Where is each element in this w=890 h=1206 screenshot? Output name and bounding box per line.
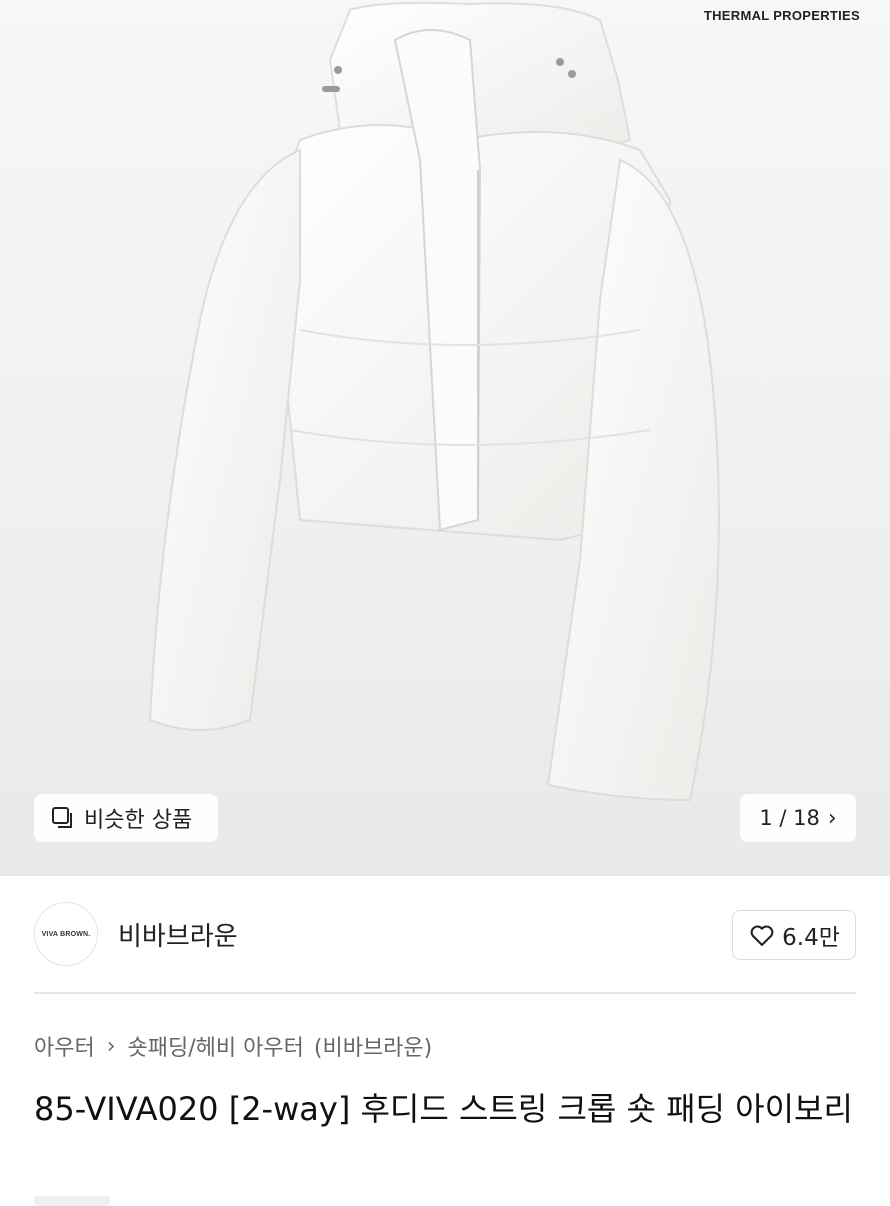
brand-name-link[interactable]: 비바브라운 xyxy=(118,916,238,953)
product-image xyxy=(148,1,720,802)
breadcrumb-subcategory[interactable]: 숏패딩/헤비 아우터 xyxy=(128,1030,304,1062)
similar-products-icon xyxy=(52,807,72,828)
image-counter-button[interactable]: 1 / 18 › xyxy=(740,794,856,842)
like-button[interactable]: 6.4만 xyxy=(732,910,856,960)
chevron-right-icon: › xyxy=(827,805,837,831)
image-counter-text: 1 / 18 xyxy=(759,806,820,830)
similar-products-label: 비슷한 상품 xyxy=(84,808,193,833)
breadcrumb-category[interactable]: 아우터 xyxy=(34,1030,95,1062)
heart-icon xyxy=(750,925,774,946)
product-image-carousel[interactable]: THERMAL PROPERTIES 비슷한 상품 1 / 18 › xyxy=(0,0,890,876)
tag-placeholder xyxy=(34,1196,110,1206)
chevron-right-icon: › xyxy=(106,1033,116,1059)
divider xyxy=(34,992,856,994)
product-title: 85-VIVA020 [2-way] 후디드 스트링 크롭 숏 패딩 아이보리 xyxy=(34,1090,853,1128)
brand-logo-text: VIVA BROWN. xyxy=(41,930,91,938)
brand-logo[interactable]: VIVA BROWN. xyxy=(34,902,98,966)
similar-products-button[interactable]: 비슷한 상품 xyxy=(34,794,218,842)
breadcrumb: 아우터 › 숏패딩/헤비 아우터 (비바브라운) xyxy=(34,1030,432,1062)
like-count: 6.4만 xyxy=(782,925,840,951)
overlay-caption: THERMAL PROPERTIES xyxy=(703,8,860,23)
brand-row: VIVA BROWN. 비바브라운 6.4만 xyxy=(0,876,890,994)
breadcrumb-brand[interactable]: (비바브라운) xyxy=(314,1030,432,1062)
